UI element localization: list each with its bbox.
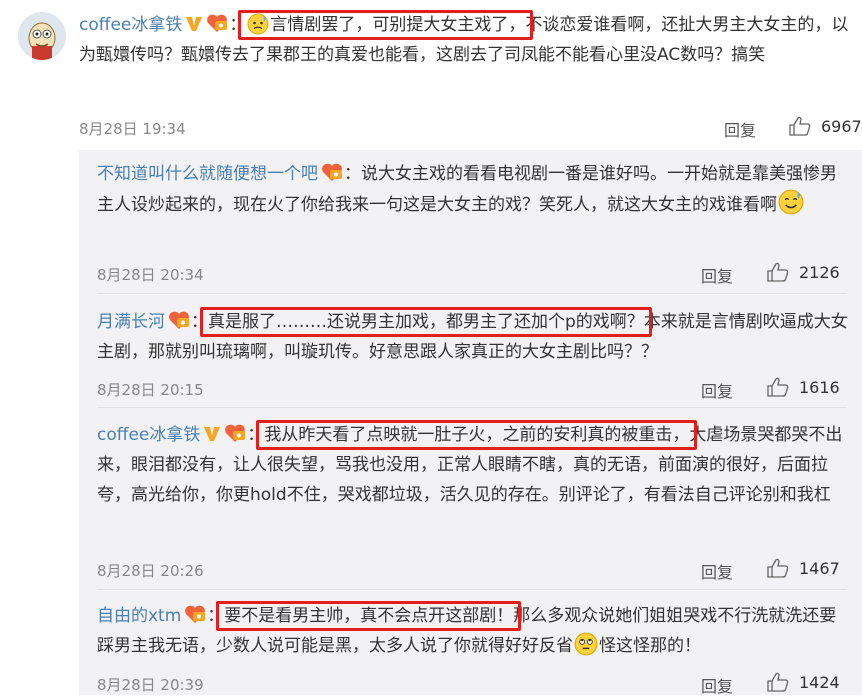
reply-username[interactable]: 自由的xtm: [97, 606, 181, 626]
reply-button[interactable]: 回复: [724, 117, 756, 141]
reply-username[interactable]: coffee冰拿铁: [97, 425, 200, 445]
thumbs-up-icon: [767, 262, 789, 282]
fan-medal-icon: [225, 424, 246, 442]
like-count: 6967: [821, 116, 862, 136]
reply-separator: ：: [191, 312, 208, 332]
reply-separator: ：: [207, 606, 225, 626]
divider: [97, 589, 847, 590]
reply-button[interactable]: 回复: [701, 673, 733, 697]
reply-text: coffee冰拿铁 ：我从昨天看了点映就一肚子火，之前的安利真的被重击， 大虐场景哭…: [97, 420, 849, 510]
like-count: 1424: [799, 672, 840, 692]
main-comment-separator: ：: [229, 15, 247, 35]
fan-medal-icon: [185, 605, 206, 623]
reply-button[interactable]: 回复: [701, 263, 733, 287]
reply-body-tail: 怪这怪那的！: [599, 636, 701, 656]
reply-text: 月满长河 ：真是服了………还说男主加戏，都男主了还加个p的戏啊？ 本来就是言情剧吹逼…: [97, 307, 849, 367]
reply-item: coffee冰拿铁 ：我从昨天看了点映就一肚子火，之前的安利真的被重击， 大虐场景哭…: [97, 420, 849, 510]
like-button[interactable]: 1467: [767, 558, 840, 578]
verified-v-icon: [186, 17, 203, 31]
avatar-cartoon: [18, 12, 66, 60]
reply-button[interactable]: 回复: [701, 559, 733, 583]
fan-medal-icon: [207, 14, 228, 32]
fan-medal-icon: [169, 311, 189, 329]
reply-highlight: 要不是看男主帅，真不会点开这部剧！: [216, 601, 522, 631]
reply-time: 8月28日 20:39: [97, 676, 204, 694]
verified-v-icon: [204, 427, 221, 441]
main-comment-highlight: 言情剧罢了，可别提大女主戏了，: [238, 10, 534, 40]
reply-time: 8月28日 20:26: [97, 562, 204, 580]
replies-panel: 不知道叫什么就随便想一个吧 ：说大女主戏的看看电视剧一番是谁好吗。一开始就是靠美强…: [79, 150, 862, 697]
thumbs-up-icon: [767, 672, 789, 692]
fan-medal-icon: [322, 163, 342, 181]
thumbs-up-icon: [767, 558, 789, 578]
like-button[interactable]: 2126: [767, 262, 840, 282]
eye-roll-emoji-icon: [574, 632, 598, 656]
like-button[interactable]: 1616: [767, 377, 840, 397]
reply-item: 不知道叫什么就随便想一个吧 ：说大女主戏的看看电视剧一番是谁好吗。一开始就是靠美强…: [97, 159, 849, 220]
reply-username[interactable]: 月满长河: [97, 312, 165, 332]
sweat-smile-emoji-icon: [778, 189, 804, 215]
reply-text: 不知道叫什么就随便想一个吧 ：说大女主戏的看看电视剧一番是谁好吗。一开始就是靠美强…: [97, 159, 849, 220]
reply-separator: ：: [247, 425, 265, 445]
main-comment-text: coffee冰拿铁：言情剧罢了，可别提大女主戏了， 不谈恋爱谁看啊，还扯大男主大女…: [79, 10, 849, 70]
reply-time: 8月28日 20:15: [97, 381, 204, 399]
divider: [97, 293, 847, 294]
main-comment-username[interactable]: coffee冰拿铁: [79, 15, 182, 35]
reply-separator: ：: [344, 164, 361, 184]
like-count: 1467: [799, 558, 840, 578]
thumbs-up-icon: [767, 377, 789, 397]
like-count: 1616: [799, 377, 840, 397]
main-comment-time: 8月28日 19:34: [79, 120, 186, 138]
reply-item: 自由的xtm ：要不是看男主帅，真不会点开这部剧！ 那么多观众说她们姐姐哭戏不行洗就…: [97, 601, 849, 661]
like-button[interactable]: 1424: [767, 672, 840, 692]
reply-item: 月满长河 ：真是服了………还说男主加戏，都男主了还加个p的戏啊？ 本来就是言情剧吹逼…: [97, 307, 849, 367]
reply-button[interactable]: 回复: [701, 378, 733, 402]
reply-highlight: 我从昨天看了点映就一肚子火，之前的安利真的被重击，: [256, 420, 698, 450]
reply-highlight: 真是服了………还说男主加戏，都男主了还加个p的戏啊？: [200, 307, 652, 337]
reply-time: 8月28日 20:34: [97, 266, 204, 284]
thumbs-up-icon: [789, 116, 811, 136]
divider: [97, 407, 847, 408]
sweat-emoji-icon: [247, 13, 269, 35]
reply-text: 自由的xtm ：要不是看男主帅，真不会点开这部剧！ 那么多观众说她们姐姐哭戏不行洗就…: [97, 601, 849, 661]
avatar[interactable]: [18, 12, 66, 60]
like-button[interactable]: 6967: [789, 116, 862, 136]
like-count: 2126: [799, 262, 840, 282]
reply-username[interactable]: 不知道叫什么就随便想一个吧: [97, 164, 318, 184]
